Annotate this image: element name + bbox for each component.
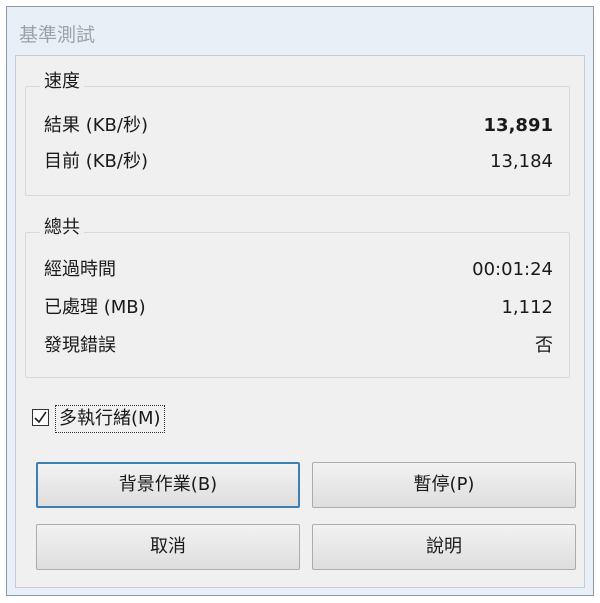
multithread-label: 多執行緒(M) [55,405,165,433]
processed-label: 已處理 (MB) [44,297,146,318]
checkbox-box[interactable] [32,409,49,426]
total-group: 總共 經過時間 00:01:24 已處理 (MB) 1,112 發現錯誤 否 [25,217,570,378]
errors-row: 發現錯誤 否 [44,333,553,359]
current-speed-label: 目前 (KB/秒) [44,151,148,172]
total-group-legend: 總共 [40,217,84,239]
title-bar[interactable]: 基準測試 [7,7,593,55]
result-speed-row: 結果 (KB/秒) 13,891 [44,113,553,139]
speed-group: 速度 結果 (KB/秒) 13,891 目前 (KB/秒) 13,184 [25,71,570,196]
errors-value: 否 [535,335,553,356]
processed-value: 1,112 [501,297,553,318]
current-speed-value: 13,184 [490,151,553,172]
cancel-button[interactable]: 取消 [36,524,300,570]
multithread-checkbox[interactable]: 多執行緒(M) [28,405,228,435]
result-speed-value: 13,891 [483,115,553,136]
current-speed-row: 目前 (KB/秒) 13,184 [44,149,553,175]
elapsed-time-label: 經過時間 [44,259,116,280]
pause-button[interactable]: 暫停(P) [312,462,576,508]
errors-label: 發現錯誤 [44,335,116,356]
elapsed-time-value: 00:01:24 [472,259,553,280]
result-speed-label: 結果 (KB/秒) [44,115,148,136]
window-title: 基準測試 [19,24,96,46]
checkmark-icon [34,411,47,424]
help-button[interactable]: 說明 [312,524,576,570]
background-button[interactable]: 背景作業(B) [36,462,300,508]
elapsed-time-row: 經過時間 00:01:24 [44,257,553,283]
processed-row: 已處理 (MB) 1,112 [44,295,553,321]
speed-group-legend: 速度 [40,71,84,93]
